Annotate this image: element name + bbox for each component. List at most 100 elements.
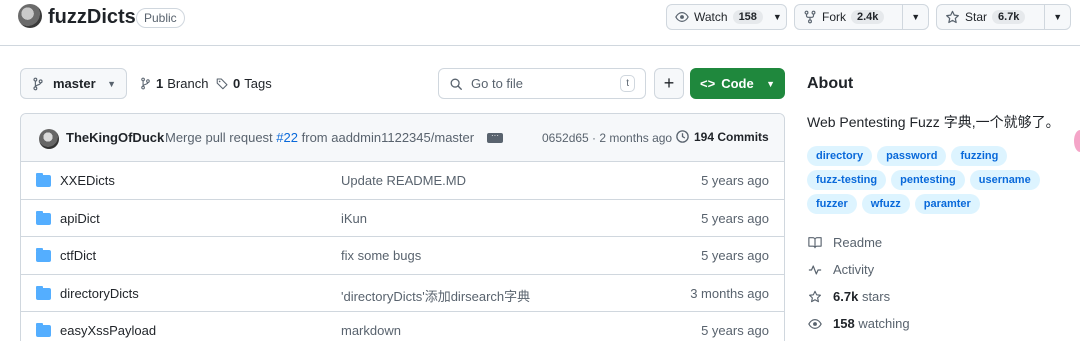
topic-tag[interactable]: password [877,146,947,166]
file-commit-message[interactable]: markdown [341,323,401,338]
commit-message[interactable]: Merge pull request #22 from aaddmin11223… [165,130,474,145]
latest-commit-bar: TheKingOfDuck Merge pull request #22 fro… [21,114,784,162]
go-to-file-placeholder: Go to file [471,76,524,91]
star-dropdown[interactable]: ▼ [1044,5,1070,29]
code-button[interactable]: <> Code ▼ [690,68,785,99]
topic-tag[interactable]: username [969,170,1040,190]
file-row[interactable]: easyXssPayload markdown 5 years ago [21,312,784,341]
watching-label: watching [858,316,910,331]
fork-count: 2.4k [851,10,885,24]
branch-name: master [53,76,96,91]
search-icon [450,78,462,90]
commit-message-prefix: Merge pull request [165,130,273,145]
watch-button[interactable]: Watch 158 ▼ [666,4,787,30]
file-commit-message[interactable]: iKun [341,211,367,226]
branches-count: 1 [156,76,164,91]
file-name[interactable]: XXEDicts [60,173,115,188]
star-label: Star [965,10,988,24]
floating-widget[interactable] [1074,130,1080,152]
star-count: 6.7k [992,10,1026,24]
chevron-down-icon: ▼ [107,78,116,89]
eye-icon [807,317,823,331]
author-avatar[interactable] [39,129,59,149]
about-description: Web Pentesting Fuzz 字典,一个就够了。 [807,114,1060,130]
branch-selector[interactable]: master ▼ [20,68,127,99]
stars-count: 6.7k [833,289,859,304]
topic-tag[interactable]: fuzzer [807,194,857,214]
topic-tag[interactable]: paramter [914,194,980,214]
readme-label: Readme [833,235,883,250]
folder-icon [36,323,51,337]
pull-request-link[interactable]: #22 [276,130,298,145]
fork-button[interactable]: Fork 2.4k ▼ [794,4,929,30]
watching-count: 158 [833,316,855,331]
commit-author[interactable]: TheKingOfDuck [66,130,164,145]
fork-label: Fork [822,10,846,24]
fork-dropdown[interactable]: ▼ [902,5,928,29]
file-name[interactable]: easyXssPayload [60,323,156,338]
watch-label: Watch [694,10,728,24]
file-date: 5 years ago [701,210,769,226]
tags-label: Tags [244,76,272,91]
folder-icon [36,210,51,225]
file-date: 5 years ago [701,248,769,263]
commit-message-suffix: from aaddmin1122345/master [301,130,475,145]
history-icon [676,130,689,143]
readme-link[interactable]: Readme [807,235,882,250]
branches-link[interactable]: 1 Branch [139,76,208,91]
folder-icon [36,285,51,300]
stars-label: stars [861,289,891,304]
file-name[interactable]: ctfDict [60,248,96,263]
code-label: Code [721,76,754,91]
book-icon [807,236,823,249]
stars-link[interactable]: 6.7k stars [807,289,890,304]
file-row[interactable]: XXEDicts Update README.MD 5 years ago [21,162,784,200]
ellipsis-icon[interactable]: ··· [487,132,503,143]
add-file-button[interactable]: + [654,68,684,99]
tag-icon [216,78,228,90]
topic-tag[interactable]: fuzz-testing [807,170,887,190]
eye-icon [675,12,689,22]
file-row[interactable]: ctfDict fix some bugs 5 years ago [21,237,784,275]
file-row[interactable]: directoryDicts 'directoryDicts'添加dirsear… [21,275,784,312]
file-date: 5 years ago [701,323,769,338]
file-commit-message[interactable]: 'directoryDicts'添加dirsearch字典 [341,286,530,305]
folder-icon [36,173,51,187]
file-commit-message[interactable]: Update README.MD [341,173,466,188]
commit-hash-time[interactable]: 0652d65 · 2 months ago [542,131,672,145]
visibility-badge: Public [136,8,185,28]
branches-label: Branch [167,76,209,91]
file-date: 3 months ago [690,285,769,301]
topic-tag[interactable]: pentesting [891,170,965,190]
pulse-icon [807,264,823,276]
activity-link[interactable]: Activity [807,262,874,277]
file-name[interactable]: directoryDicts [60,286,139,301]
star-icon [807,290,823,304]
tags-count: 0 [233,76,241,91]
topic-tag[interactable]: wfuzz [861,194,910,214]
topic-tag[interactable]: directory [807,146,873,166]
tags-link[interactable]: 0 Tags [216,76,272,91]
branch-icon [141,77,150,90]
star-icon [946,10,959,23]
owner-avatar[interactable] [18,4,42,28]
repo-header: fuzzDicts Public Watch 158 ▼ Fork 2.4k ▼… [0,0,1080,46]
repo-name[interactable]: fuzzDicts [48,4,136,30]
file-row[interactable]: apiDict iKun 5 years ago [21,200,784,237]
commits-history-link[interactable]: 194 Commits [675,129,769,144]
about-title: About [807,75,854,92]
topic-tag[interactable]: fuzzing [951,146,1008,166]
watching-link[interactable]: 158 watching [807,316,910,331]
code-icon: <> [700,76,716,91]
file-commit-message[interactable]: fix some bugs [341,248,421,263]
chevron-down-icon: ▼ [766,78,775,89]
file-date: 5 years ago [701,173,769,188]
star-button[interactable]: Star 6.7k ▼ [936,4,1071,30]
go-to-file-input[interactable]: Go to file t [438,68,646,99]
branch-icon [33,77,43,90]
commits-count: 194 Commits [694,129,769,144]
topics-list: directory password fuzzing fuzz-testing … [807,146,1047,214]
fork-icon [804,10,816,24]
chevron-down-icon[interactable]: ▼ [771,12,790,22]
file-name[interactable]: apiDict [60,211,100,226]
